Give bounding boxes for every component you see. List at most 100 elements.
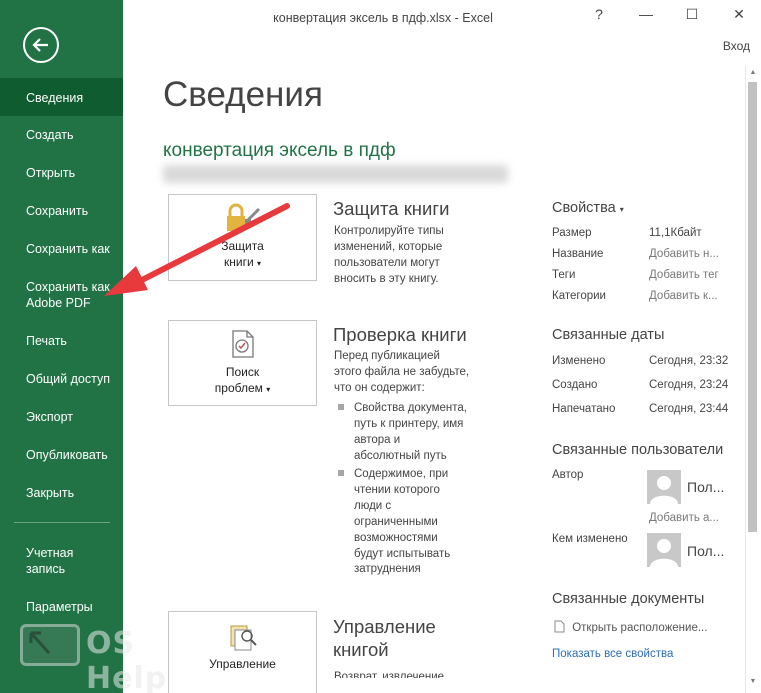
inspect-bullet-1-line4: абсолютный путь <box>354 449 447 462</box>
modified-by-avatar[interactable] <box>647 533 681 567</box>
manage-workbook-button[interactable]: Управление <box>168 611 317 693</box>
inspect-bullet-1: Свойства документа, путь к принтеру, имя… <box>354 401 467 465</box>
author-avatar[interactable] <box>647 470 681 504</box>
nav-print[interactable]: Печать <box>0 333 123 349</box>
modified-by-label: Кем изменено <box>552 533 628 545</box>
prop-categories-field[interactable]: Добавить к... <box>649 290 718 302</box>
date-modified-label: Изменено <box>552 355 606 367</box>
nav-save-as[interactable]: Сохранить как <box>0 241 123 257</box>
show-all-properties-link[interactable]: Показать все свойства <box>552 648 673 660</box>
inspect-title: Проверка книги <box>333 324 467 345</box>
info-pane: Сведения конвертация эксель в пдф Защита… <box>123 0 745 693</box>
protect-title: Защита книги <box>333 198 450 219</box>
related-docs-heading: Связанные документы <box>552 591 705 607</box>
nav-export[interactable]: Экспорт <box>0 409 123 425</box>
inspect-bullet-2-line3: люди с <box>354 499 392 512</box>
scroll-up-arrow-icon[interactable]: ▲ <box>747 69 759 76</box>
related-people-heading: Связанные пользователи <box>552 442 724 458</box>
nav-info-label: Сведения <box>26 91 84 105</box>
nav-open[interactable]: Открыть <box>0 165 123 181</box>
nav-export-label: Экспорт <box>26 410 73 424</box>
prop-size-value: 11,1Кбайт <box>649 227 702 239</box>
chevron-down-icon: ▾ <box>257 259 262 268</box>
nav-publish-label: Опубликовать <box>26 448 108 462</box>
vertical-scrollbar[interactable]: ▲ ▼ <box>745 66 759 693</box>
nav-account[interactable]: Учетная запись <box>0 545 90 577</box>
date-created-label: Создано <box>552 379 598 391</box>
inspect-bullet-2-line6: будут испытывать <box>354 547 451 560</box>
nav-save-as-label: Сохранить как <box>26 242 110 256</box>
person-icon <box>650 539 678 567</box>
bullet-icon <box>338 470 344 476</box>
protect-text-3: пользователи могут <box>334 256 440 269</box>
author-label: Автор <box>552 469 584 481</box>
nav-info[interactable]: Сведения <box>0 78 123 116</box>
nav-options-label: Параметры <box>26 600 93 614</box>
date-modified-value: Сегодня, 23:32 <box>649 355 729 367</box>
inspect-bullet-2-line7: затруднения <box>354 563 421 576</box>
bullet-icon <box>338 404 344 410</box>
document-icon <box>554 620 565 633</box>
nav-save-as-adobe-pdf-label: Сохранить как Adobe PDF <box>26 280 110 310</box>
modified-by-name[interactable]: Пол... <box>687 543 724 559</box>
related-dates-heading: Связанные даты <box>552 327 665 343</box>
backstage-nav: Сведения Создать Открыть Сохранить Сохра… <box>0 0 123 693</box>
scroll-down-arrow-icon[interactable]: ▼ <box>747 678 759 685</box>
watermark-monitor-icon <box>20 624 80 666</box>
chevron-down-icon: ▾ <box>619 205 624 214</box>
inspect-bullet-1-line2: путь к принтеру, имя <box>354 417 464 430</box>
protect-text-1: Контролируйте типы <box>334 225 444 237</box>
person-icon <box>650 476 678 504</box>
manage-versions-icon <box>230 625 257 651</box>
date-printed-value: Сегодня, 23:44 <box>649 403 729 415</box>
protect-text-2: изменений, которые <box>334 240 443 253</box>
inspect-bullet-2-line5: возможностями <box>354 531 438 544</box>
nav-publish[interactable]: Опубликовать <box>0 447 123 463</box>
prop-title-label: Название <box>552 248 604 260</box>
author-name[interactable]: Пол... <box>687 479 724 495</box>
inspect-bullet-2: Содержимое, при чтении которого люди с о… <box>354 467 450 578</box>
protect-label-line2-text: книги <box>223 255 254 269</box>
page-title: Сведения <box>163 75 323 114</box>
nav-save-label: Сохранить <box>26 204 89 218</box>
nav-share[interactable]: Общий доступ <box>0 371 123 387</box>
nav-close-label: Закрыть <box>26 486 75 500</box>
scroll-thumb[interactable] <box>748 82 757 532</box>
nav-save[interactable]: Сохранить <box>0 203 123 219</box>
manage-title: Управление книгой <box>333 615 436 661</box>
nav-close[interactable]: Закрыть <box>0 485 123 501</box>
inspect-label-line2-text: проблем <box>214 381 263 395</box>
check-for-issues-button[interactable]: Поиск проблем ▾ <box>168 320 317 406</box>
prop-tags-label: Теги <box>552 269 576 281</box>
lock-icon <box>227 203 261 231</box>
nav-share-label: Общий доступ <box>26 372 110 386</box>
inspect-text-1: Перед публикацией <box>334 350 440 362</box>
inspect-label-line1: Поиск <box>225 365 260 379</box>
open-location-link[interactable]: Открыть расположение... <box>554 620 707 634</box>
add-author-field[interactable]: Добавить а... <box>649 512 719 524</box>
manage-title-line1: Управление <box>333 616 436 637</box>
nav-save-as-adobe-pdf[interactable]: Сохранить как Adobe PDF <box>0 279 110 311</box>
inspect-text-2: этого файла не забудьте, <box>334 365 470 378</box>
file-path-blurred <box>163 165 508 183</box>
nav-options[interactable]: Параметры <box>0 599 123 615</box>
protect-label-line1: Защита <box>221 239 264 253</box>
properties-heading[interactable]: Свойства ▾ <box>552 200 624 216</box>
prop-tags-field[interactable]: Добавить тег <box>649 269 719 281</box>
nav-new-label: Создать <box>26 128 74 142</box>
prop-title-field[interactable]: Добавить н... <box>649 248 719 260</box>
inspect-bullet-2-line4: ограниченными <box>354 515 438 528</box>
inspect-description: Перед публикацией этого файла не забудьт… <box>334 349 469 397</box>
nav-print-label: Печать <box>26 334 67 348</box>
date-created-value: Сегодня, 23:24 <box>649 379 729 391</box>
prop-size-label: Размер <box>552 227 592 239</box>
manage-title-line2: книгой <box>333 639 389 660</box>
chevron-down-icon: ▾ <box>266 385 271 394</box>
back-button[interactable] <box>23 27 59 63</box>
prop-categories-label: Категории <box>552 290 606 302</box>
nav-new[interactable]: Создать <box>0 127 123 143</box>
nav-account-label: Учетная запись <box>26 546 74 576</box>
date-printed-label: Напечатано <box>552 403 616 415</box>
protect-workbook-button[interactable]: Защита книги ▾ <box>168 194 317 281</box>
inspect-label-line2: проблем ▾ <box>169 380 316 398</box>
